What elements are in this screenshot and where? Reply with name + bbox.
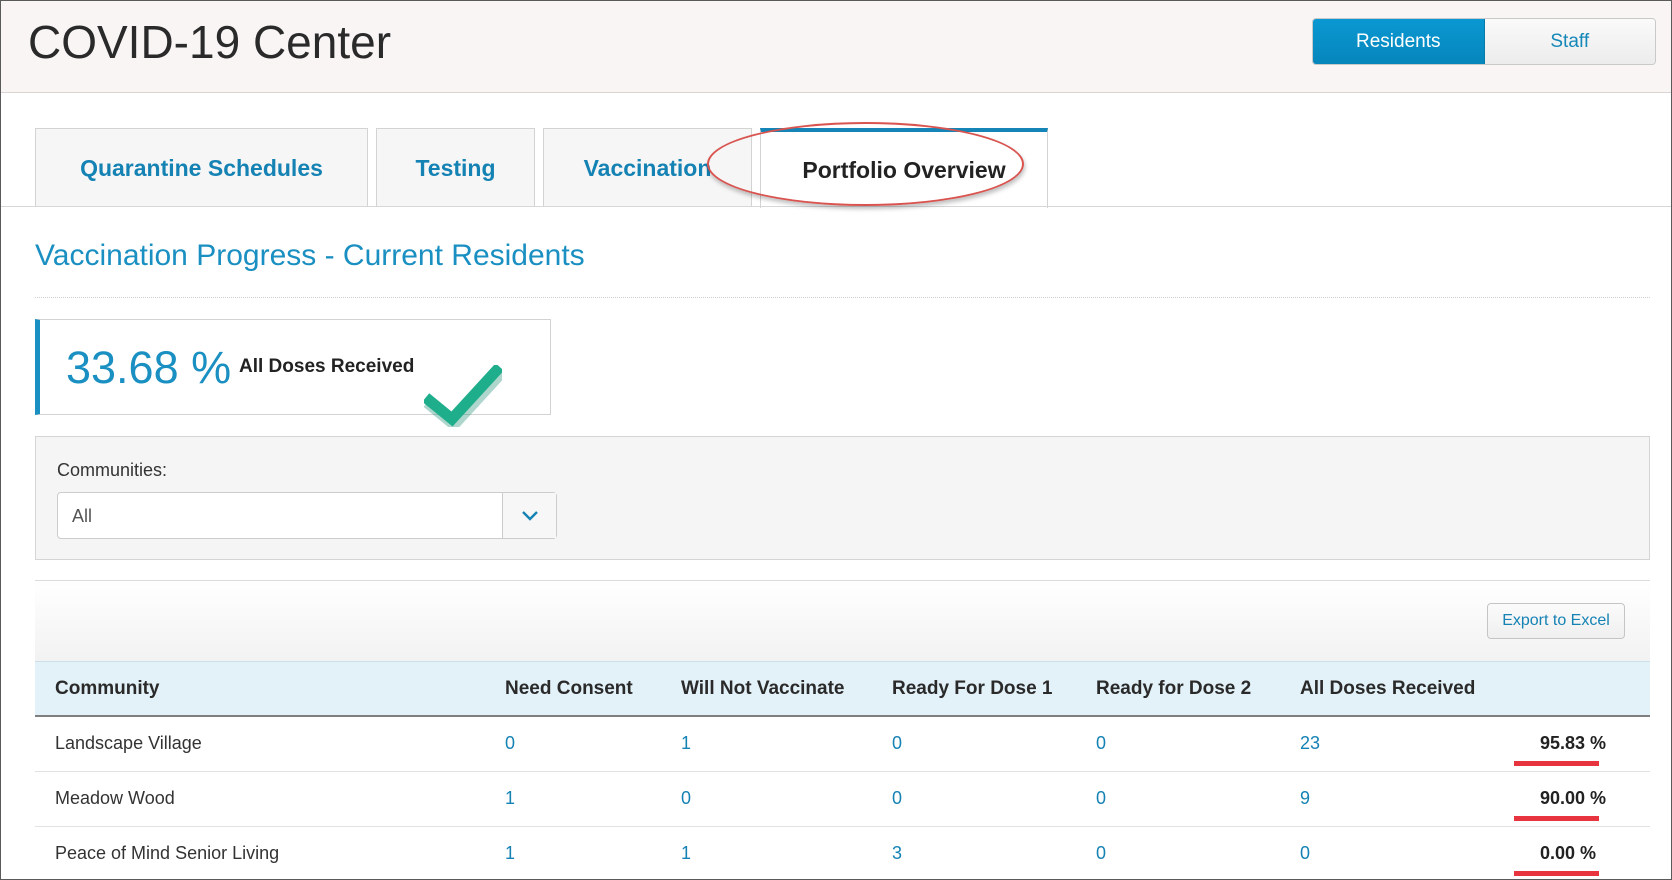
- tab-portfolio-overview[interactable]: Portfolio Overview: [760, 128, 1048, 208]
- need-consent-count[interactable]: 1: [505, 788, 515, 809]
- annotation-underline: [1514, 761, 1599, 766]
- app-header: COVID-19 Center Residents Staff: [1, 1, 1671, 93]
- filter-panel: Communities: All: [35, 436, 1650, 560]
- community-name: Peace of Mind Senior Living: [55, 843, 280, 863]
- grid-toolbar: Export to Excel: [35, 581, 1650, 661]
- all-doses-count[interactable]: 0: [1300, 843, 1310, 864]
- ready-dose-2-count[interactable]: 0: [1096, 843, 1106, 864]
- need-consent-count[interactable]: 1: [505, 843, 515, 864]
- table-row: Peace of Mind Senior Living 1 1 3 0 0 0.…: [35, 827, 1650, 879]
- all-doses-percentage-cell: 0.00 %: [1539, 843, 1596, 863]
- residents-staff-toggle: Residents Staff: [1312, 18, 1656, 65]
- tabs-divider: [1, 206, 1671, 207]
- all-doses-label: All Doses Received: [239, 356, 415, 377]
- app-window: COVID-19 Center Residents Staff Quaranti…: [0, 0, 1672, 880]
- column-header-community[interactable]: Community: [55, 678, 160, 700]
- column-header-will-not-vaccinate[interactable]: Will Not Vaccinate: [681, 678, 845, 700]
- ready-dose-1-count[interactable]: 0: [892, 788, 902, 809]
- community-name: Landscape Village: [55, 733, 202, 753]
- app-title: COVID-19 Center: [28, 16, 392, 68]
- ready-dose-1-count[interactable]: 0: [892, 733, 902, 754]
- chevron-down-icon: [521, 510, 538, 521]
- all-doses-count[interactable]: 9: [1300, 788, 1310, 809]
- table-row: Landscape Village 0 1 0 0 23 95.83 %: [35, 717, 1650, 772]
- table-header: Community Need Consent Will Not Vaccinat…: [35, 661, 1650, 717]
- annotation-underline: [1514, 871, 1599, 876]
- all-doses-percentage: 33.68 %: [66, 342, 232, 393]
- column-header-ready-dose-2[interactable]: Ready for Dose 2: [1096, 678, 1251, 700]
- export-to-excel-button[interactable]: Export to Excel: [1487, 603, 1625, 639]
- summary-stat-box: 33.68 % All Doses Received: [35, 319, 551, 415]
- will-not-vaccinate-count[interactable]: 0: [681, 788, 691, 809]
- community-name: Meadow Wood: [55, 788, 175, 808]
- will-not-vaccinate-count[interactable]: 1: [681, 733, 691, 754]
- column-header-need-consent[interactable]: Need Consent: [505, 678, 633, 700]
- ready-dose-1-count[interactable]: 3: [892, 843, 902, 864]
- tab-vaccination[interactable]: Vaccination: [543, 128, 752, 207]
- need-consent-count[interactable]: 0: [505, 733, 515, 754]
- all-doses-percentage-cell: 90.00 %: [1539, 788, 1606, 808]
- vaccination-grid: Export to Excel Community Need Consent W…: [35, 580, 1650, 879]
- annotation-underline: [1514, 816, 1599, 821]
- column-header-all-doses-received[interactable]: All Doses Received: [1300, 678, 1475, 700]
- all-doses-count[interactable]: 23: [1300, 733, 1320, 754]
- communities-selected-value: All: [72, 506, 93, 526]
- ready-dose-2-count[interactable]: 0: [1096, 788, 1106, 809]
- column-header-ready-dose-1[interactable]: Ready For Dose 1: [892, 678, 1053, 700]
- tab-testing[interactable]: Testing: [376, 128, 535, 207]
- communities-select[interactable]: All: [57, 492, 557, 539]
- residents-button[interactable]: Residents: [1313, 19, 1485, 64]
- table-row: Meadow Wood 1 0 0 0 9 90.00 %: [35, 772, 1650, 827]
- communities-label: Communities:: [57, 460, 168, 480]
- section-divider: [35, 297, 1650, 298]
- staff-button[interactable]: Staff: [1484, 19, 1655, 64]
- all-doses-percentage-cell: 95.83 %: [1539, 733, 1606, 753]
- section-title: Vaccination Progress - Current Residents: [35, 239, 585, 272]
- tab-quarantine-schedules[interactable]: Quarantine Schedules: [35, 128, 368, 207]
- dropdown-toggle[interactable]: [502, 493, 556, 538]
- will-not-vaccinate-count[interactable]: 1: [681, 843, 691, 864]
- ready-dose-2-count[interactable]: 0: [1096, 733, 1106, 754]
